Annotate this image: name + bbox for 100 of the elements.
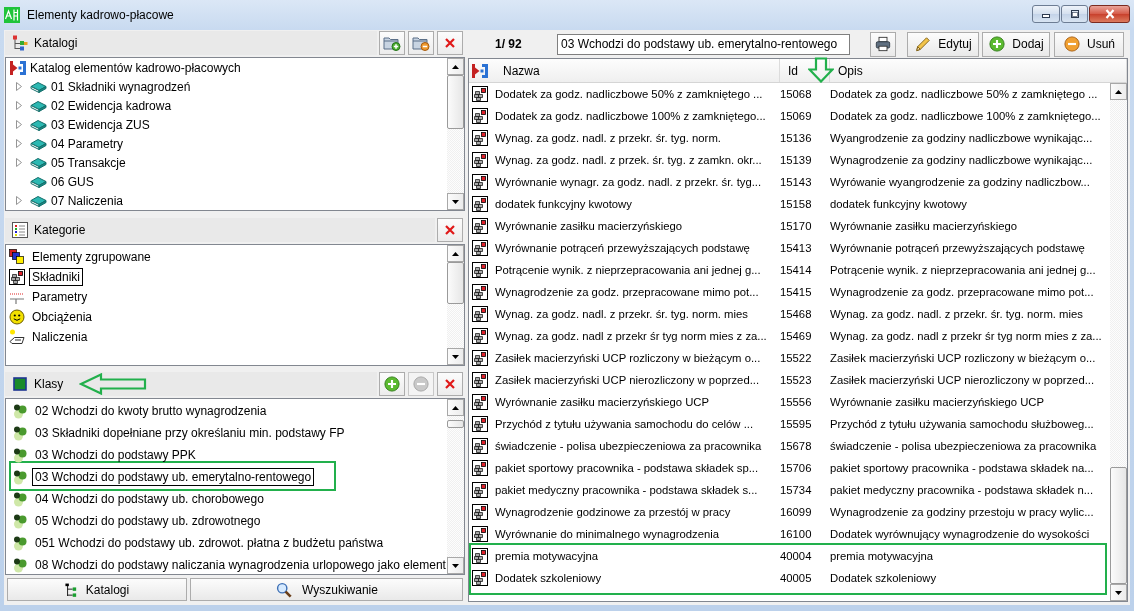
table-cell: Wyrówanie wyangrodzenie za godziny nadliczbow... (830, 176, 1090, 188)
scroll-thumb[interactable] (447, 420, 464, 428)
column-header[interactable]: Id (780, 59, 830, 82)
remove-folder-button[interactable] (408, 31, 434, 55)
blocks-icon (472, 438, 488, 454)
record-counter: 1/ 92 (495, 37, 522, 51)
scroll-up-button[interactable] (447, 399, 464, 416)
table-cell: 15556 (780, 396, 812, 408)
tree-item[interactable]: 04 Parametry (51, 136, 124, 151)
scroll-thumb[interactable] (447, 262, 464, 304)
add-button[interactable]: Dodaj (982, 31, 1050, 57)
expand-triangle-icon[interactable] (16, 139, 22, 148)
close-button[interactable] (437, 31, 463, 55)
table-cell: Wyrównanie zasiłku macierzyńskiego (830, 220, 1017, 232)
scroll-up-button[interactable] (1110, 83, 1127, 100)
table-cell: 40005 (780, 572, 812, 584)
expand-triangle-icon[interactable] (16, 82, 22, 91)
book-icon (30, 193, 47, 208)
remove-button[interactable]: Usuń (1054, 31, 1124, 57)
blocks-icon (472, 306, 488, 322)
class-item[interactable]: 03 Wchodzi do podstawy ub. emerytalno-rentowego (32, 468, 315, 486)
category-item[interactable]: Naliczenia (29, 328, 91, 346)
down-triangle-icon (452, 563, 459, 568)
tree-structure-icon (12, 35, 28, 51)
class-item[interactable]: 05 Wchodzi do podstawy ub. zdrowotnego (32, 512, 264, 530)
scroll-down-button[interactable] (1110, 584, 1127, 601)
restore-icon (1068, 9, 1081, 19)
tree-item[interactable]: 05 Transakcje (51, 155, 126, 170)
tree-item[interactable]: 07 Naliczenia (51, 193, 124, 208)
scroll-down-button[interactable] (447, 193, 464, 210)
window-title: Elementy kadrowo-płacowe (27, 8, 174, 22)
selected-class-field[interactable]: 03 Wchodzi do podstawy ub. emerytalno-rentowego (557, 33, 850, 55)
class-item[interactable]: 02 Wchodzi do kwoty brutto wynagrodzenia (32, 402, 270, 420)
tree-item[interactable]: Katalog elementów kadrowo-płacowych (30, 60, 241, 75)
table-cell: pakiet medyczny pracownika - podstawa składek n... (830, 484, 1094, 496)
plus-circle-icon (383, 376, 401, 392)
book-icon (30, 155, 47, 170)
blocks-icon (472, 328, 488, 344)
blocks-icon (472, 372, 488, 388)
category-item[interactable]: Obciążenia (29, 308, 96, 326)
table-cell: Wynag. za godz. nadl z przekr śr tyg norm mies z za... (830, 330, 1102, 342)
close-button[interactable] (437, 372, 463, 396)
table-cell: Wynag. za godz. nadl z przekr śr tyg norm mies z za... (495, 330, 767, 342)
add-button[interactable] (379, 372, 405, 396)
close-button[interactable] (437, 218, 463, 242)
minus-circle-icon (1063, 36, 1081, 52)
folder-remove-icon (412, 35, 430, 51)
circles-icon (12, 513, 29, 529)
column-header[interactable]: Nazwa (495, 59, 780, 82)
blocks-icon (9, 269, 25, 285)
close-button[interactable] (1089, 5, 1130, 23)
scroll-up-button[interactable] (447, 58, 464, 75)
minimize-button[interactable] (1032, 5, 1060, 23)
print-button[interactable] (870, 31, 896, 57)
panel-title: Katalogi (34, 36, 78, 50)
column-header[interactable]: Opis (830, 59, 1127, 82)
catalogs-button[interactable]: Katalogi (7, 578, 187, 601)
book-icon (30, 174, 47, 189)
category-item[interactable]: Parametry (29, 288, 91, 306)
blocks-icon (472, 240, 488, 256)
table-cell: Zasiłek macierzyński UCP rozliczony w bieżącym o... (495, 352, 761, 364)
class-item[interactable]: 03 Wchodzi do podstawy PPK (32, 446, 199, 464)
up-triangle-icon (452, 405, 459, 410)
category-item[interactable]: Elementy zgrupowane (29, 248, 154, 266)
search-icon (275, 581, 294, 598)
expand-triangle-icon[interactable] (16, 196, 22, 205)
printer-icon (874, 36, 892, 52)
class-item[interactable]: 08 Wchodzi do podstawy naliczania wynagrodzenia urlopowego jako element (32, 556, 447, 574)
table-cell: 15069 (780, 110, 812, 122)
class-item[interactable]: 051 Wchodzi do podstawy ub. zdrowot. płatna z budżetu państwa (32, 534, 387, 552)
table-cell: Wyrównanie potrąceń przewyższających podstawę (830, 242, 1085, 254)
scroll-up-button[interactable] (447, 245, 464, 262)
search-button[interactable]: Wyszukiwanie (190, 578, 463, 601)
table-cell: świadczenie - polisa ubezpieczeniowa za pracownika (830, 440, 1097, 452)
tree-item[interactable]: 03 Ewidencja ZUS (51, 117, 150, 132)
tree-item[interactable]: 01 Składniki wynagrodzeń (51, 79, 191, 94)
category-item[interactable]: Składniki (29, 268, 84, 286)
blocks-icon (472, 152, 488, 168)
table-cell: premia motywacyjna (830, 550, 933, 562)
class-item[interactable]: 03 Składniki dopełniane przy określaniu min. podstawy FP (32, 424, 348, 442)
edit-button[interactable]: Edytuj (907, 31, 979, 57)
expand-triangle-icon[interactable] (16, 158, 22, 167)
scroll-thumb[interactable] (447, 75, 464, 129)
maximize-button[interactable] (1061, 5, 1088, 23)
expand-triangle-icon[interactable] (16, 120, 22, 129)
app-icon (4, 7, 20, 23)
table-cell: Potrącenie wynik. z nieprzepracowania ani jednej g... (830, 264, 1096, 276)
add-folder-button[interactable] (379, 31, 405, 55)
table-cell: Wynagrodzenie za godz. przepracowane mimo pot... (830, 286, 1094, 298)
class-item[interactable]: 04 Wchodzi do podstawy ub. chorobowego (32, 490, 267, 508)
scroll-thumb[interactable] (1110, 467, 1127, 584)
tree-item[interactable]: 06 GUS (51, 174, 94, 189)
blocks-icon (472, 218, 488, 234)
expand-triangle-icon[interactable] (16, 101, 22, 110)
table-cell: Dodatek za godz. nadliczbowe 100% z zamkniętego... (495, 110, 766, 122)
scroll-down-button[interactable] (447, 557, 464, 574)
table-cell: Wynag. za godz. nadl. z przekr. śr. tyg. norm. mies (830, 308, 1083, 320)
scroll-down-button[interactable] (447, 348, 464, 365)
tree-item[interactable]: 02 Ewidencja kadrowa (51, 98, 172, 113)
table-cell: 40004 (780, 550, 812, 562)
